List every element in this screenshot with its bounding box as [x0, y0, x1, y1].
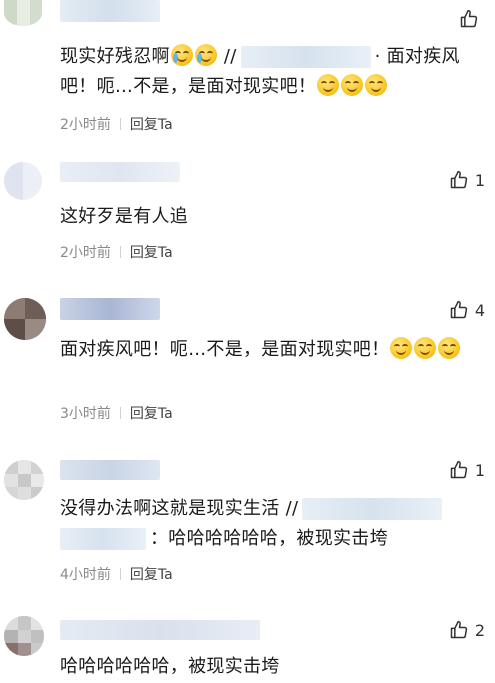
comment-item: 1 这好歹是有人追 2小时前 回复Ta: [0, 156, 495, 284]
comment-text: 这好歹是有人追: [60, 206, 189, 227]
comment-item: 1 没得办法啊这就是现实生活 // ：哈哈哈哈哈哈，被现实击垮 4小时前 回复T…: [0, 452, 495, 598]
like-button[interactable]: 4: [449, 300, 485, 320]
username-blurred[interactable]: [60, 298, 160, 320]
mention-blurred[interactable]: [240, 46, 371, 68]
timestamp: 2小时前: [60, 245, 111, 261]
laugh-cry-emoji-icon: [170, 44, 193, 66]
smirk-emoji-icon: [438, 337, 461, 359]
like-count: 4: [474, 300, 485, 320]
comment-meta: 4小时前 回复Ta: [60, 564, 173, 584]
like-count: 1: [474, 170, 485, 190]
avatar[interactable]: [4, 0, 42, 26]
timestamp: 4小时前: [60, 567, 111, 583]
smirk-emoji-icon: [365, 74, 388, 96]
mention-blurred[interactable]: [60, 528, 146, 550]
reply-button[interactable]: 回复Ta: [130, 242, 173, 262]
like-button[interactable]: [459, 9, 485, 29]
thumbs-up-icon: [459, 9, 479, 29]
comment-text: 面对疾风吧！呃…不是，是面对现实吧！: [60, 335, 483, 365]
username-blurred[interactable]: [60, 460, 160, 480]
like-count: 2: [474, 620, 485, 640]
comment-text: 没得办法啊这就是现实生活 // ：哈哈哈哈哈哈，被现实击垮: [60, 494, 483, 554]
avatar[interactable]: [4, 298, 46, 340]
username-blurred[interactable]: [60, 0, 160, 22]
avatar[interactable]: [4, 460, 44, 500]
comment-meta: 2小时前 回复Ta: [60, 114, 173, 134]
divider: [119, 246, 121, 258]
reply-button[interactable]: 回复Ta: [130, 403, 173, 423]
timestamp: 3小时前: [60, 406, 111, 422]
smirk-emoji-icon: [317, 74, 340, 96]
username-blurred[interactable]: [60, 620, 260, 640]
like-button[interactable]: 1: [449, 460, 485, 480]
thumbs-up-icon: [449, 170, 469, 190]
like-count: 1: [474, 460, 485, 480]
comment-meta: 3小时前 回复Ta: [60, 403, 173, 423]
divider: [119, 407, 121, 419]
avatar[interactable]: [4, 616, 44, 656]
avatar[interactable]: [4, 162, 42, 200]
like-button[interactable]: 1: [449, 170, 485, 190]
laugh-cry-emoji-icon: [194, 44, 217, 66]
smirk-emoji-icon: [341, 74, 364, 96]
divider: [119, 568, 121, 580]
divider: [119, 118, 121, 130]
thumbs-up-icon: [449, 460, 469, 480]
smirk-emoji-icon: [414, 337, 437, 359]
comment-text: 现实好残忍啊 //· 面对疾风吧！呃…不是，是面对现实吧！: [60, 44, 460, 97]
comment-item: 现实好残忍啊 //· 面对疾风吧！呃…不是，是面对现实吧！ 2小时前 回复Ta: [0, 0, 495, 150]
comment-text: 哈哈哈哈哈哈，被现实击垮: [60, 656, 280, 677]
timestamp: 2小时前: [60, 117, 111, 133]
comment-item: 4 面对疾风吧！呃…不是，是面对现实吧！ 3小时前 回复Ta: [0, 290, 495, 440]
reply-button[interactable]: 回复Ta: [130, 114, 173, 134]
reply-button[interactable]: 回复Ta: [130, 564, 173, 584]
mention-blurred[interactable]: [302, 498, 443, 520]
thumbs-up-icon: [449, 300, 469, 320]
comment-meta: 2小时前 回复Ta: [60, 242, 173, 262]
thumbs-up-icon: [449, 620, 469, 640]
like-button[interactable]: 2: [449, 620, 485, 640]
smirk-emoji-icon: [390, 337, 413, 359]
comment-item: 2 哈哈哈哈哈哈，被现实击垮: [0, 612, 495, 683]
username-blurred[interactable]: [60, 162, 180, 182]
